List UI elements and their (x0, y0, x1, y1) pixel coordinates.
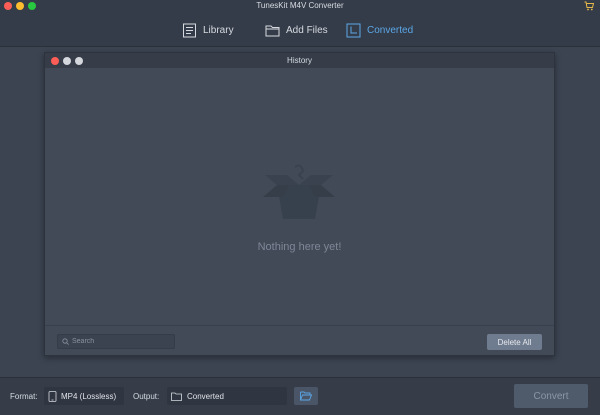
empty-box-icon (263, 164, 335, 219)
folder-icon (265, 25, 280, 36)
history-panel: History Nothing here yet! Delete All (44, 52, 555, 356)
tab-add-files[interactable]: Add Files (265, 20, 328, 40)
delete-all-button[interactable]: Delete All (487, 334, 542, 350)
browse-output-button[interactable] (294, 387, 318, 405)
history-title-bar: History (45, 53, 554, 68)
search-input[interactable] (72, 338, 172, 345)
tab-add-files-label: Add Files (286, 24, 328, 36)
output-label: Output: (133, 392, 160, 401)
app-title: TunesKit M4V Converter (256, 1, 344, 10)
library-icon (183, 23, 196, 37)
history-footer: Delete All (45, 325, 554, 355)
title-bar: TunesKit M4V Converter (0, 0, 600, 13)
search-icon (62, 338, 69, 345)
empty-message: Nothing here yet! (257, 241, 342, 253)
tab-library-label: Library (203, 24, 234, 36)
output-value: Converted (187, 391, 224, 401)
convert-button[interactable]: Convert (514, 384, 588, 408)
phone-icon (48, 390, 57, 402)
output-field[interactable]: Converted (167, 387, 287, 405)
tab-converted[interactable]: Converted (346, 20, 413, 40)
toolbar: Library Add Files Converted (0, 13, 600, 47)
clock-icon (346, 23, 361, 37)
format-selector[interactable]: MP4 (Lossless) (44, 387, 124, 405)
cart-icon[interactable] (584, 1, 594, 11)
search-box[interactable] (57, 334, 175, 349)
open-folder-icon (300, 391, 312, 401)
tab-library[interactable]: Library (182, 20, 234, 40)
bottom-bar: Format: MP4 (Lossless) Output: Converted… (0, 377, 600, 415)
output-folder-icon (171, 392, 182, 401)
format-label: Format: (10, 392, 38, 401)
format-value: MP4 (Lossless) (61, 391, 117, 401)
history-title: History (287, 56, 312, 65)
tab-converted-label: Converted (367, 24, 414, 36)
